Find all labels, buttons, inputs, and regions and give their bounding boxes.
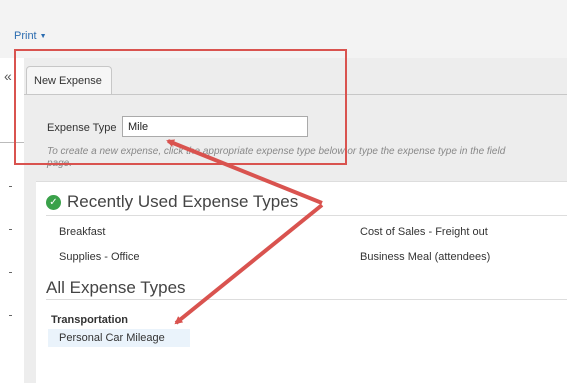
tab-new-expense[interactable]: New Expense xyxy=(26,66,112,95)
recently-used-title: Recently Used Expense Types xyxy=(67,192,299,211)
instructions-line-2: page. xyxy=(47,158,73,169)
sidebar-ticks xyxy=(9,186,13,358)
caret-down-icon: ▼ xyxy=(39,33,47,40)
expense-type-business-meal[interactable]: Business Meal (attendees) xyxy=(360,251,490,263)
check-circle-icon: ✓ xyxy=(46,194,61,210)
expense-type-input[interactable] xyxy=(122,116,308,137)
new-expense-panel: New Expense Expense Type To create a new… xyxy=(24,58,567,383)
print-label: Print xyxy=(14,30,37,42)
instructions-line-1: To create a new expense, click the appro… xyxy=(47,146,506,157)
expense-type-cost-of-sales[interactable]: Cost of Sales - Freight out xyxy=(360,226,488,238)
instructions-text: To create a new expense, click the appro… xyxy=(47,146,567,170)
expense-type-supplies-office[interactable]: Supplies - Office xyxy=(59,251,140,263)
expense-type-list: ✓ Recently Used Expense Types Breakfast … xyxy=(36,181,567,383)
category-transportation: Transportation xyxy=(51,314,129,326)
tab-divider xyxy=(24,94,567,95)
expense-type-label: Expense Type xyxy=(47,122,117,134)
tab-label: New Expense xyxy=(34,75,102,87)
expense-type-personal-car-mileage[interactable]: Personal Car Mileage xyxy=(48,329,190,347)
all-expense-types-heading: All Expense Types xyxy=(46,278,186,297)
divider xyxy=(46,215,567,216)
sidebar-divider xyxy=(0,142,24,143)
collapse-sidebar-icon[interactable]: « xyxy=(4,68,12,84)
top-bar: Print ▼ xyxy=(0,0,567,58)
divider xyxy=(46,299,567,300)
print-menu[interactable]: Print ▼ xyxy=(14,30,47,42)
recently-used-heading: ✓ Recently Used Expense Types xyxy=(46,192,298,212)
expense-type-breakfast[interactable]: Breakfast xyxy=(59,226,105,238)
personal-car-mileage-label: Personal Car Mileage xyxy=(59,332,165,344)
